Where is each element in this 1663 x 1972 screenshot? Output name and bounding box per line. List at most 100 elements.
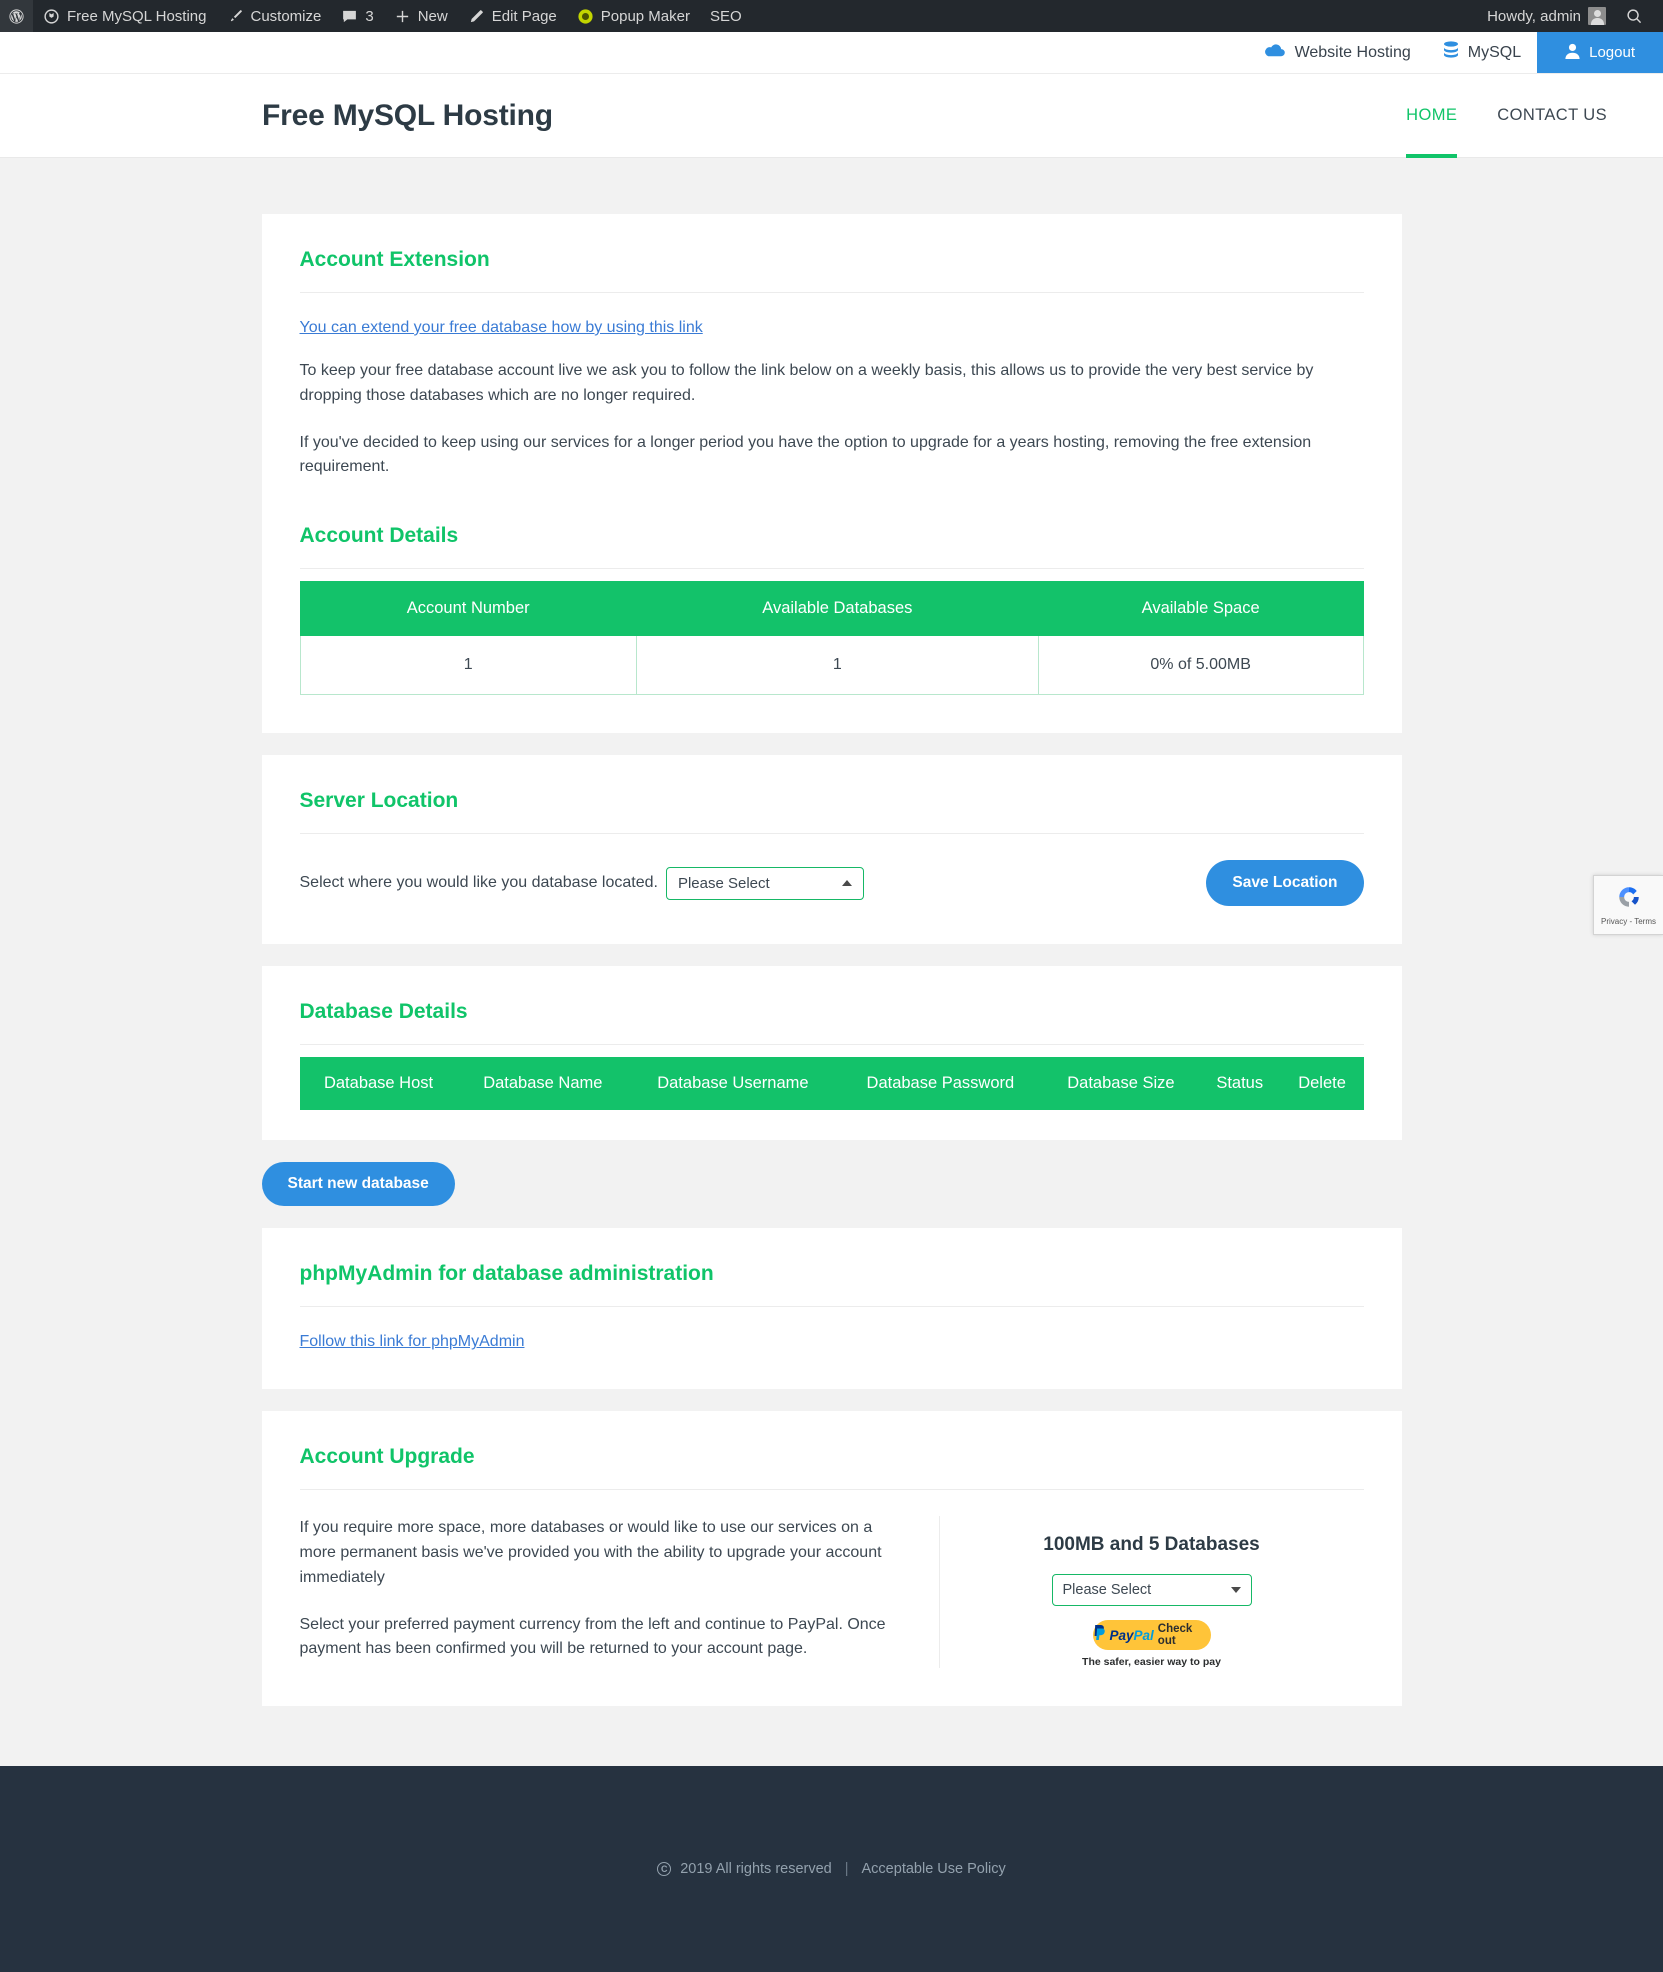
account-extension-paragraph-1: To keep your free database account live … bbox=[299, 362, 1314, 404]
avatar-icon bbox=[1588, 7, 1606, 25]
database-details-table: Database Host Database Name Database Use… bbox=[299, 1057, 1364, 1111]
admin-bar-item-seo-label: SEO bbox=[709, 7, 742, 25]
recaptcha-icon bbox=[1616, 884, 1642, 915]
account-details-title: Account Details bbox=[299, 524, 459, 548]
database-details-title: Database Details bbox=[299, 1000, 468, 1024]
admin-bar-item-comments-count: 3 bbox=[365, 7, 374, 25]
account-upgrade-text: If you require more space, more database… bbox=[299, 1516, 940, 1669]
brush-icon bbox=[227, 8, 244, 25]
main-nav: HOME CONTACT US bbox=[1386, 74, 1627, 158]
caret-down-icon bbox=[1230, 1587, 1241, 1594]
extend-database-link[interactable]: You can extend your free database how by… bbox=[300, 319, 703, 337]
mysql-label: MySQL bbox=[1467, 43, 1522, 61]
column-status: Status bbox=[1198, 1057, 1281, 1111]
account-upgrade-title: Account Upgrade bbox=[299, 1445, 475, 1469]
site-icon bbox=[43, 8, 60, 25]
mysql-link[interactable]: MySQL bbox=[1427, 32, 1537, 73]
column-database-host: Database Host bbox=[299, 1057, 458, 1111]
column-database-name: Database Name bbox=[457, 1057, 629, 1111]
admin-bar-item-site[interactable]: Free MySQL Hosting bbox=[33, 0, 217, 32]
nav-item-home-label: HOME bbox=[1406, 106, 1458, 124]
account-extension-paragraph-2: If you've decided to keep using our serv… bbox=[299, 433, 1312, 476]
phpmyadmin-title: phpMyAdmin for database administration bbox=[299, 1262, 714, 1286]
admin-bar-item-new[interactable]: New bbox=[384, 0, 458, 32]
admin-bar-item-new-label: New bbox=[417, 7, 448, 25]
column-available-databases: Available Databases bbox=[635, 581, 1039, 637]
admin-bar-item-edit-page-label: Edit Page bbox=[491, 7, 557, 25]
start-new-database-wrap: Start new database bbox=[261, 1162, 1402, 1228]
paypal-checkout-button[interactable]: PayPal Check out bbox=[1092, 1620, 1211, 1651]
currency-select-value: Please Select bbox=[1062, 1582, 1152, 1599]
nav-item-contact-us[interactable]: CONTACT US bbox=[1477, 74, 1627, 158]
pencil-icon bbox=[468, 8, 485, 25]
server-location-card: Server Location Select where you would l… bbox=[261, 755, 1402, 945]
wp-admin-bar: Free MySQL Hosting Customize 3 New Edit bbox=[0, 0, 1663, 32]
nav-item-home[interactable]: HOME bbox=[1386, 74, 1477, 158]
site-title: Free MySQL Hosting bbox=[262, 98, 553, 132]
phpmyadmin-card: phpMyAdmin for database administration F… bbox=[261, 1228, 1402, 1390]
copyright-icon: C bbox=[657, 1862, 672, 1877]
nav-item-contact-us-label: CONTACT US bbox=[1497, 106, 1607, 124]
account-details-table: Account Number Available Databases Avail… bbox=[299, 581, 1364, 696]
paypal-logo-icon bbox=[1093, 1625, 1106, 1645]
admin-bar-howdy[interactable]: Howdy, admin bbox=[1477, 0, 1616, 32]
wordpress-logo-item[interactable] bbox=[0, 0, 33, 32]
account-upgrade-plan: 100MB and 5 Databases Please Select PayP… bbox=[940, 1516, 1364, 1668]
divider bbox=[299, 1044, 1364, 1046]
plan-title: 100MB and 5 Databases bbox=[1043, 1534, 1260, 1556]
admin-bar-item-seo[interactable]: SEO bbox=[700, 0, 752, 32]
logout-button[interactable]: Logout bbox=[1537, 32, 1663, 73]
phpmyadmin-link[interactable]: Follow this link for phpMyAdmin bbox=[300, 1333, 525, 1351]
page-body: Account Extension You can extend your fr… bbox=[0, 158, 1663, 1707]
comment-icon bbox=[341, 8, 358, 25]
column-database-password: Database Password bbox=[837, 1057, 1043, 1111]
column-database-username: Database Username bbox=[628, 1057, 838, 1111]
currency-select[interactable]: Please Select bbox=[1051, 1574, 1252, 1607]
database-icon bbox=[1443, 41, 1459, 64]
admin-bar-item-popup-maker[interactable]: Popup Maker bbox=[567, 0, 700, 32]
site-header: Free MySQL Hosting HOME CONTACT US bbox=[0, 74, 1663, 158]
start-new-database-button[interactable]: Start new database bbox=[261, 1162, 455, 1207]
recaptcha-badge[interactable]: Privacy - Terms bbox=[1593, 875, 1663, 935]
column-account-number: Account Number bbox=[299, 581, 637, 637]
cloud-icon bbox=[1264, 42, 1286, 63]
cell-account-number: 1 bbox=[299, 635, 637, 696]
admin-bar-item-comments[interactable]: 3 bbox=[331, 0, 383, 32]
account-upgrade-body: If you require more space, more database… bbox=[299, 1516, 1364, 1669]
divider bbox=[299, 833, 1364, 835]
table-row: 1 1 0% of 5.00MB bbox=[299, 635, 1364, 696]
server-location-row: Select where you would like you database… bbox=[299, 860, 1364, 907]
account-upgrade-card: Account Upgrade If you require more spac… bbox=[261, 1411, 1402, 1707]
admin-bar-item-edit-page[interactable]: Edit Page bbox=[458, 0, 567, 32]
footer-content: C 2019 All rights reserved | Acceptable … bbox=[657, 1861, 1006, 1877]
column-available-space: Available Space bbox=[1037, 581, 1364, 637]
copyright-text: 2019 All rights reserved bbox=[680, 1861, 832, 1878]
database-details-card: Database Details Database Host Database … bbox=[261, 966, 1402, 1141]
website-hosting-link[interactable]: Website Hosting bbox=[1248, 32, 1427, 73]
cell-available-databases: 1 bbox=[635, 635, 1039, 696]
save-location-button[interactable]: Save Location bbox=[1206, 860, 1364, 907]
paypal-wordmark: PayPal bbox=[1109, 1627, 1154, 1643]
table-header-row: Account Number Available Databases Avail… bbox=[299, 581, 1364, 637]
account-upgrade-paragraph-1: If you require more space, more database… bbox=[299, 1519, 882, 1586]
user-icon bbox=[1565, 43, 1580, 63]
column-database-size: Database Size bbox=[1042, 1057, 1199, 1111]
logout-label: Logout bbox=[1589, 44, 1635, 61]
server-location-label: Select where you would like you database… bbox=[299, 874, 658, 892]
admin-bar-search[interactable] bbox=[1616, 0, 1653, 32]
admin-bar-item-customize[interactable]: Customize bbox=[217, 0, 332, 32]
plus-icon bbox=[394, 8, 411, 25]
cell-available-space: 0% of 5.00MB bbox=[1037, 635, 1364, 696]
server-location-select[interactable]: Please Select bbox=[665, 866, 864, 900]
admin-bar-left-group: Free MySQL Hosting Customize 3 New Edit bbox=[0, 0, 752, 32]
divider bbox=[299, 1306, 1364, 1308]
admin-bar-right-group: Howdy, admin bbox=[1477, 0, 1663, 32]
admin-bar-item-popup-maker-label: Popup Maker bbox=[600, 7, 690, 25]
wordpress-logo-icon bbox=[8, 8, 25, 25]
acceptable-use-policy-link[interactable]: Acceptable Use Policy bbox=[862, 1861, 1006, 1877]
paypal-checkout-label: Check out bbox=[1157, 1623, 1193, 1648]
account-extension-title: Account Extension bbox=[299, 248, 490, 271]
table-header-row: Database Host Database Name Database Use… bbox=[299, 1057, 1364, 1111]
utility-bar: Website Hosting MySQL Logout bbox=[0, 32, 1663, 74]
admin-bar-howdy-label: Howdy, admin bbox=[1487, 7, 1581, 25]
